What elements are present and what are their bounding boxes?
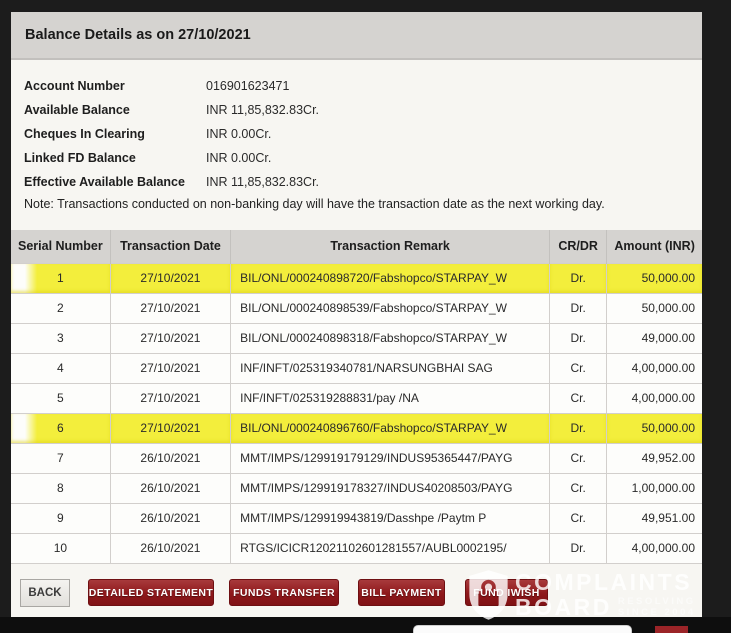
crdr-cell: Cr. (550, 443, 607, 473)
account-number-label: Account Number (24, 79, 206, 93)
serial-number-cell: 3 (11, 323, 110, 353)
table-header: Serial NumberTransaction DateTransaction… (11, 230, 702, 263)
amount-cell: 50,000.00 (607, 263, 702, 293)
amount-cell: 4,00,000.00 (607, 533, 702, 563)
column-header: Serial Number (11, 230, 110, 263)
crdr-cell: Dr. (550, 263, 607, 293)
available-balance-row: Available Balance INR 11,85,832.83Cr. (24, 98, 702, 122)
amount-cell: 49,952.00 (607, 443, 702, 473)
action-buttons-bar: BACK DETAILED STATEMENT FUNDS TRANSFER B… (11, 579, 702, 607)
amount-cell: 49,951.00 (607, 503, 702, 533)
back-button[interactable]: BACK (20, 579, 70, 607)
transaction-remark-cell: INF/INFT/025319288831/pay /NA (231, 383, 550, 413)
cheques-in-clearing-value: INR 0.00Cr. (206, 127, 271, 141)
funds-transfer-button[interactable]: FUNDS TRANSFER (229, 579, 339, 606)
transactions-body: 1 27/10/2021 BIL/ONL/000240898720/Fabsho… (11, 263, 702, 563)
page: Balance Details as on 27/10/2021 Account… (0, 0, 731, 633)
crdr-cell: Cr. (550, 383, 607, 413)
table-header-row: Serial NumberTransaction DateTransaction… (11, 230, 702, 263)
account-number-row: Account Number 016901623471 (24, 74, 702, 98)
serial-number-cell: 2 (11, 293, 110, 323)
amount-cell: 50,000.00 (607, 413, 702, 443)
available-balance-label: Available Balance (24, 103, 206, 117)
crdr-cell: Cr. (550, 503, 607, 533)
cropped-red-button[interactable] (655, 626, 688, 633)
note-text: Note: Transactions conducted on non-bank… (24, 197, 702, 213)
table-row: 5 27/10/2021 INF/INFT/025319288831/pay /… (11, 383, 702, 413)
table-row: 8 26/10/2021 MMT/IMPS/129919178327/INDUS… (11, 473, 702, 503)
linked-fd-balance-row: Linked FD Balance INR 0.00Cr. (24, 146, 702, 170)
transaction-remark-cell: BIL/ONL/000240896760/Fabshopco/STARPAY_W (231, 413, 550, 443)
serial-number-cell: 4 (11, 353, 110, 383)
serial-number-cell: 1 (11, 263, 110, 293)
serial-number-cell: 6 (11, 413, 110, 443)
column-header: Transaction Date (110, 230, 230, 263)
linked-fd-balance-value: INR 0.00Cr. (206, 151, 271, 165)
table-row: 10 26/10/2021 RTGS/ICICR1202110260128155… (11, 533, 702, 563)
transaction-date-cell: 27/10/2021 (110, 413, 230, 443)
account-summary: Account Number 016901623471 Available Ba… (11, 60, 702, 194)
table-row: 9 26/10/2021 MMT/IMPS/129919943819/Dassh… (11, 503, 702, 533)
table-row: 7 26/10/2021 MMT/IMPS/129919179129/INDUS… (11, 443, 702, 473)
serial-number-cell: 8 (11, 473, 110, 503)
transaction-remark-cell: RTGS/ICICR12021102601281557/AUBL0002195/ (231, 533, 550, 563)
linked-fd-balance-label: Linked FD Balance (24, 151, 206, 165)
amount-cell: 49,000.00 (607, 323, 702, 353)
cropped-search-box[interactable] (413, 625, 632, 633)
effective-available-balance-label: Effective Available Balance (24, 175, 206, 189)
crdr-cell: Dr. (550, 323, 607, 353)
transaction-remark-cell: BIL/ONL/000240898539/Fabshopco/STARPAY_W (231, 293, 550, 323)
transaction-date-cell: 27/10/2021 (110, 323, 230, 353)
table-row: 2 27/10/2021 BIL/ONL/000240898539/Fabsho… (11, 293, 702, 323)
crdr-cell: Cr. (550, 353, 607, 383)
transaction-remark-cell: BIL/ONL/000240898318/Fabshopco/STARPAY_W (231, 323, 550, 353)
column-header: Transaction Remark (231, 230, 550, 263)
crdr-cell: Dr. (550, 293, 607, 323)
table-row: 6 27/10/2021 BIL/ONL/000240896760/Fabsho… (11, 413, 702, 443)
amount-cell: 4,00,000.00 (607, 353, 702, 383)
available-balance-value: INR 11,85,832.83Cr. (206, 103, 319, 117)
page-title: Balance Details as on 27/10/2021 (25, 27, 251, 43)
cheques-in-clearing-row: Cheques In Clearing INR 0.00Cr. (24, 122, 702, 146)
crdr-cell: Cr. (550, 473, 607, 503)
bill-payment-button[interactable]: BILL PAYMENT (358, 579, 445, 606)
transaction-remark-cell: MMT/IMPS/129919179129/INDUS95365447/PAYG (231, 443, 550, 473)
crdr-cell: Dr. (550, 533, 607, 563)
transaction-remark-cell: MMT/IMPS/129919943819/Dasshpe /Paytm P (231, 503, 550, 533)
cheques-in-clearing-label: Cheques In Clearing (24, 127, 206, 141)
column-header: CR/DR (550, 230, 607, 263)
panel-header: Balance Details as on 27/10/2021 (11, 12, 702, 60)
transaction-date-cell: 27/10/2021 (110, 383, 230, 413)
transaction-date-cell: 26/10/2021 (110, 473, 230, 503)
serial-number-cell: 10 (11, 533, 110, 563)
transaction-date-cell: 26/10/2021 (110, 533, 230, 563)
crdr-cell: Dr. (550, 413, 607, 443)
transaction-date-cell: 27/10/2021 (110, 263, 230, 293)
transaction-remark-cell: BIL/ONL/000240898720/Fabshopco/STARPAY_W (231, 263, 550, 293)
amount-cell: 4,00,000.00 (607, 383, 702, 413)
serial-number-cell: 5 (11, 383, 110, 413)
table-row: 1 27/10/2021 BIL/ONL/000240898720/Fabsho… (11, 263, 702, 293)
table-row: 3 27/10/2021 BIL/ONL/000240898318/Fabsho… (11, 323, 702, 353)
effective-available-balance-row: Effective Available Balance INR 11,85,83… (24, 170, 702, 194)
table-row: 4 27/10/2021 INF/INFT/025319340781/NARSU… (11, 353, 702, 383)
transactions-table: Serial NumberTransaction DateTransaction… (11, 230, 702, 564)
transaction-date-cell: 27/10/2021 (110, 353, 230, 383)
transaction-date-cell: 26/10/2021 (110, 503, 230, 533)
fund-iwish-button[interactable]: FUND IWISH (465, 579, 548, 606)
effective-available-balance-value: INR 11,85,832.83Cr. (206, 175, 319, 189)
bottom-bar (0, 617, 731, 633)
balance-details-panel: Balance Details as on 27/10/2021 Account… (11, 12, 702, 617)
serial-number-cell: 7 (11, 443, 110, 473)
transaction-date-cell: 27/10/2021 (110, 293, 230, 323)
serial-number-cell: 9 (11, 503, 110, 533)
transaction-remark-cell: INF/INFT/025319340781/NARSUNGBHAI SAG (231, 353, 550, 383)
column-header: Amount (INR) (607, 230, 702, 263)
amount-cell: 1,00,000.00 (607, 473, 702, 503)
account-number-value: 016901623471 (206, 79, 289, 93)
detailed-statement-button[interactable]: DETAILED STATEMENT (88, 579, 214, 606)
transaction-remark-cell: MMT/IMPS/129919178327/INDUS40208503/PAYG (231, 473, 550, 503)
transaction-date-cell: 26/10/2021 (110, 443, 230, 473)
amount-cell: 50,000.00 (607, 293, 702, 323)
